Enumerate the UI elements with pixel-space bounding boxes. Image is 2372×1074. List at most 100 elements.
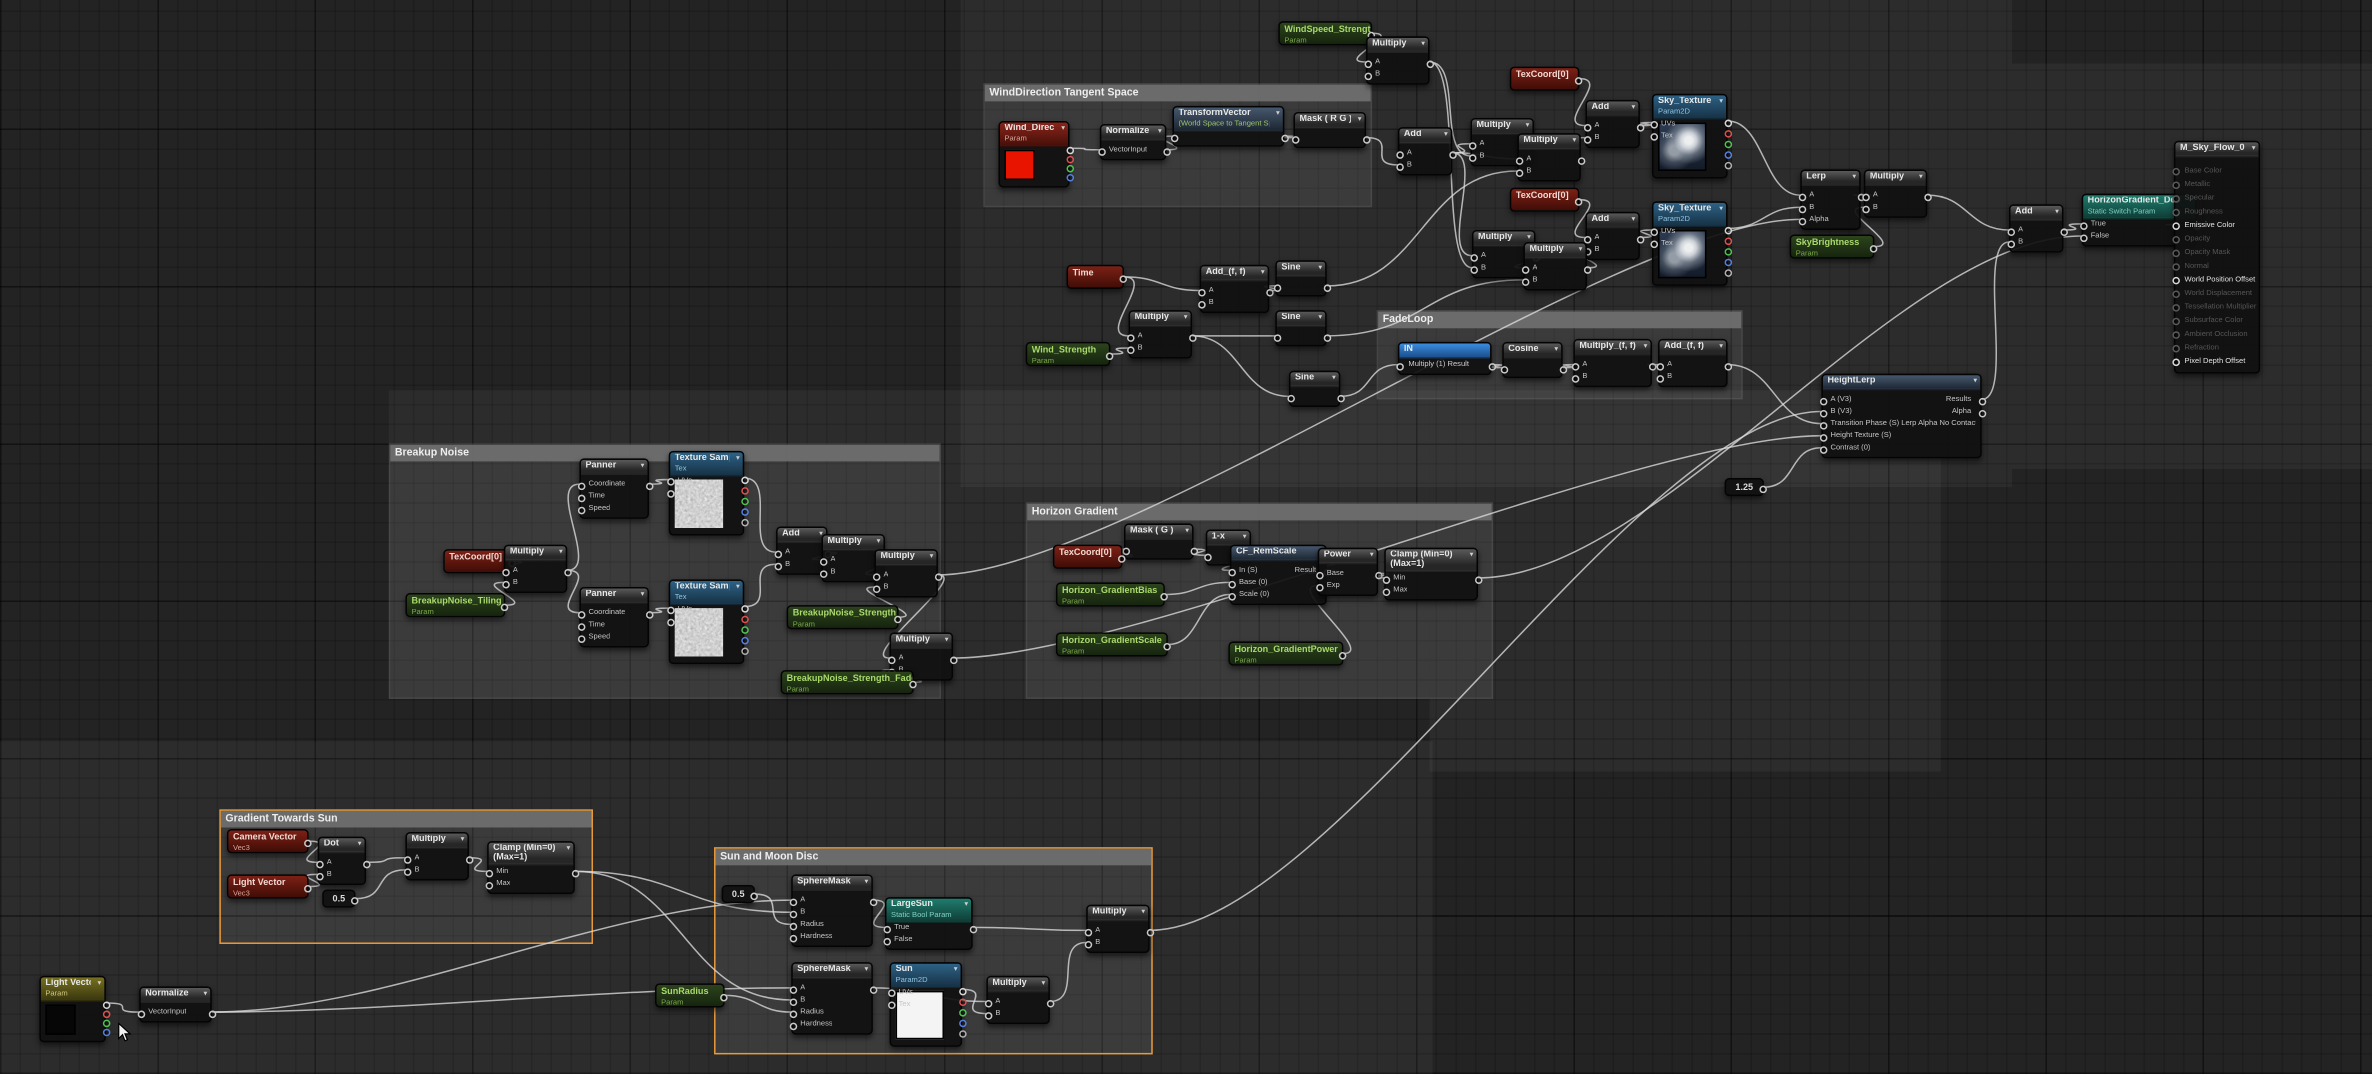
node-header[interactable]: Normalize▾ bbox=[1101, 126, 1165, 141]
input-pin[interactable] bbox=[2172, 195, 2180, 203]
node-header[interactable]: Multiply_(f, f)▾ bbox=[1575, 340, 1651, 355]
node-add_time[interactable]: Add_(f, f)▾AB bbox=[1200, 265, 1270, 313]
output-pin[interactable] bbox=[894, 615, 902, 623]
output-pin[interactable] bbox=[741, 615, 749, 623]
node-header[interactable]: Multiply▾ bbox=[1368, 38, 1429, 53]
node-header[interactable]: Mask ( G )▾ bbox=[1126, 525, 1193, 540]
output-pin[interactable] bbox=[2060, 228, 2068, 236]
node-clamp_h[interactable]: Clamp (Min=0) (Max=1)▾MinMax bbox=[1384, 548, 1478, 601]
input-pin[interactable] bbox=[1820, 446, 1828, 454]
input-pin[interactable] bbox=[578, 506, 586, 514]
input-pin[interactable] bbox=[1469, 154, 1477, 162]
input-pin[interactable] bbox=[1228, 592, 1236, 600]
input-pin[interactable] bbox=[1085, 928, 1093, 936]
input-pin[interactable] bbox=[775, 550, 783, 558]
node-add_b[interactable]: Add▾AB bbox=[1585, 212, 1639, 260]
node-sun_tex[interactable]: SunParam2D▾UVsTex bbox=[890, 962, 963, 1047]
output-pin[interactable] bbox=[1560, 365, 1568, 373]
input-pin[interactable] bbox=[2172, 209, 2180, 217]
input-pin[interactable] bbox=[1470, 253, 1478, 261]
collapse-arrow-icon[interactable]: ▾ bbox=[641, 590, 645, 601]
output-pin[interactable] bbox=[1725, 140, 1733, 148]
node-header[interactable]: Add_(f, f)▾ bbox=[1660, 340, 1727, 355]
input-pin[interactable] bbox=[1396, 362, 1404, 370]
input-pin[interactable] bbox=[1572, 362, 1580, 370]
output-pin[interactable] bbox=[870, 986, 878, 994]
input-pin[interactable] bbox=[790, 998, 798, 1006]
output-pin[interactable] bbox=[1281, 134, 1289, 142]
output-pin[interactable] bbox=[1637, 235, 1645, 243]
input-pin[interactable] bbox=[1274, 284, 1282, 292]
collapse-arrow-icon[interactable]: ▾ bbox=[1973, 377, 1977, 388]
output-pin[interactable] bbox=[1067, 155, 1075, 163]
collapse-arrow-icon[interactable]: ▾ bbox=[1184, 313, 1188, 324]
input-pin[interactable] bbox=[2172, 236, 2180, 244]
input-pin[interactable] bbox=[873, 573, 881, 581]
output-pin[interactable] bbox=[1759, 485, 1767, 493]
input-pin[interactable] bbox=[888, 989, 896, 997]
collapse-arrow-icon[interactable]: ▾ bbox=[1261, 268, 1265, 279]
output-pin[interactable] bbox=[959, 1019, 967, 1027]
node-texcoord_d[interactable]: TexCoord[0] bbox=[1053, 545, 1123, 569]
input-pin[interactable] bbox=[1522, 278, 1530, 286]
input-pin[interactable] bbox=[316, 872, 324, 880]
input-pin[interactable] bbox=[1516, 157, 1524, 165]
output-pin[interactable] bbox=[1725, 226, 1733, 234]
node-header[interactable]: Multiply▾ bbox=[1088, 906, 1149, 921]
collapse-arrow-icon[interactable]: ▾ bbox=[877, 537, 881, 548]
node-header[interactable]: Normalize▾ bbox=[141, 988, 211, 1003]
node-add_a[interactable]: Add▾AB bbox=[1585, 100, 1639, 148]
input-pin[interactable] bbox=[1274, 334, 1282, 342]
collapse-arrow-icon[interactable]: ▾ bbox=[358, 840, 362, 851]
output-pin[interactable] bbox=[1339, 651, 1347, 659]
input-pin[interactable] bbox=[578, 623, 586, 631]
output-pin[interactable] bbox=[103, 1019, 111, 1027]
input-pin[interactable] bbox=[2080, 222, 2088, 230]
input-pin[interactable] bbox=[2172, 182, 2180, 190]
node-sunradius[interactable]: SunRadiusParam bbox=[655, 983, 725, 1007]
output-pin[interactable] bbox=[1725, 161, 1733, 169]
input-pin[interactable] bbox=[2172, 331, 2180, 339]
node-mul_n2[interactable]: Multiply▾AB bbox=[874, 549, 938, 597]
collapse-arrow-icon[interactable]: ▾ bbox=[1632, 103, 1636, 114]
node-header[interactable]: Add▾ bbox=[2011, 206, 2062, 221]
node-power[interactable]: Power▾BaseExp bbox=[1318, 548, 1379, 596]
collapse-arrow-icon[interactable]: ▾ bbox=[1042, 979, 1046, 990]
input-pin[interactable] bbox=[1383, 588, 1391, 596]
node-mul_bright[interactable]: Multiply▾AB bbox=[1864, 169, 1928, 217]
input-pin[interactable] bbox=[1820, 433, 1828, 441]
collapse-arrow-icon[interactable]: ▾ bbox=[203, 989, 207, 1000]
input-pin[interactable] bbox=[2172, 345, 2180, 353]
output-pin[interactable] bbox=[1067, 173, 1075, 181]
input-pin[interactable] bbox=[1820, 409, 1828, 417]
input-pin[interactable] bbox=[2080, 234, 2088, 242]
input-pin[interactable] bbox=[1584, 135, 1592, 143]
input-pin[interactable] bbox=[1127, 346, 1135, 354]
output-pin[interactable] bbox=[741, 486, 749, 494]
output-pin[interactable] bbox=[572, 869, 580, 877]
output-pin[interactable] bbox=[209, 1010, 217, 1018]
node-ts_noise_a[interactable]: Texture SampleTex▾UVsTex bbox=[669, 451, 745, 536]
input-pin[interactable] bbox=[1862, 193, 1870, 201]
node-header[interactable]: Mask ( R G )▾ bbox=[1295, 113, 1365, 128]
node-header[interactable]: Power▾ bbox=[1319, 549, 1376, 564]
input-pin[interactable] bbox=[2172, 277, 2180, 285]
node-header[interactable]: IN bbox=[1399, 343, 1490, 358]
node-panner_b[interactable]: Panner▾CoordinateTimeSpeed bbox=[579, 587, 649, 648]
output-pin[interactable] bbox=[1725, 362, 1733, 370]
output-pin[interactable] bbox=[466, 855, 474, 863]
output-pin[interactable] bbox=[935, 573, 943, 581]
node-mul_discs[interactable]: Multiply▾AB bbox=[1086, 905, 1150, 953]
node-bn_tiling[interactable]: BreakupNoise_TilingParam bbox=[405, 593, 505, 617]
input-pin[interactable] bbox=[138, 1010, 146, 1018]
input-pin[interactable] bbox=[1469, 141, 1477, 149]
node-mul_moon[interactable]: Multiply▾AB bbox=[986, 976, 1050, 1024]
node-header[interactable]: Clamp (Min=0) (Max=1)▾ bbox=[1386, 549, 1477, 572]
node-const_half[interactable]: 0.5 bbox=[322, 890, 355, 908]
node-header[interactable]: Sky_TextureParam2D▾ bbox=[1653, 95, 1726, 119]
output-pin[interactable] bbox=[1637, 123, 1645, 131]
collapse-arrow-icon[interactable]: ▾ bbox=[736, 582, 740, 593]
collapse-arrow-icon[interactable]: ▾ bbox=[559, 548, 563, 559]
node-windspeed_strength[interactable]: WindSpeed_StrengthParam bbox=[1278, 21, 1372, 45]
node-header[interactable]: Panner▾ bbox=[581, 460, 648, 475]
